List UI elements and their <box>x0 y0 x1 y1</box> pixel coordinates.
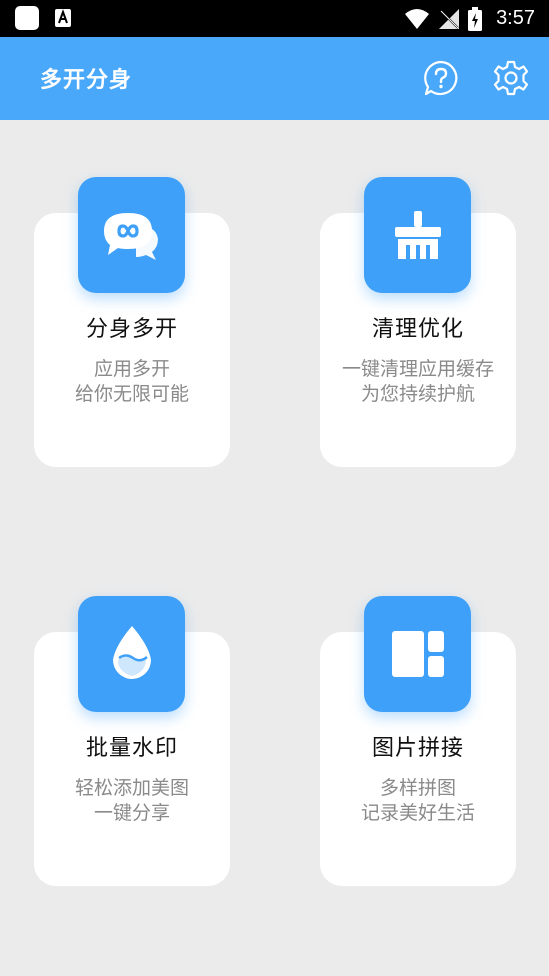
gear-icon[interactable] <box>492 59 530 97</box>
battery-charging-icon <box>468 6 483 31</box>
feature-desc: 应用多开 给你无限可能 <box>17 357 247 407</box>
feature-desc: 一键清理应用缓存 为您持续护航 <box>303 357 533 407</box>
water-drop-icon[interactable] <box>78 596 185 712</box>
feature-title: 清理优化 <box>371 317 464 342</box>
text-a-icon <box>55 9 71 27</box>
feature-desc-line: 给你无限可能 <box>74 383 189 405</box>
feature-desc-line: 记录美好生活 <box>360 802 475 824</box>
page-title: 多开分身 <box>40 68 133 93</box>
feature-desc-line: 多样拼图 <box>379 777 456 799</box>
feature-title: 图片拼接 <box>371 736 464 761</box>
broom-icon[interactable] <box>364 177 471 293</box>
chat-infinity-icon[interactable] <box>78 177 185 293</box>
app-square-icon <box>15 6 39 30</box>
grid-collage-icon[interactable] <box>364 596 471 712</box>
feature-desc-line: 一键分享 <box>93 802 170 824</box>
feature-desc-line: 应用多开 <box>93 358 170 380</box>
status-time: 3:57 <box>496 7 535 29</box>
no-signal-icon <box>439 8 460 29</box>
wifi-icon <box>405 8 430 29</box>
help-circle-icon[interactable] <box>422 59 460 97</box>
feature-title: 分身多开 <box>85 317 178 342</box>
feature-desc: 多样拼图 记录美好生活 <box>303 776 533 826</box>
status-bar: 3:57 <box>0 0 549 37</box>
feature-desc-line: 为您持续护航 <box>360 383 475 405</box>
feature-desc-line: 一键清理应用缓存 <box>341 358 494 380</box>
feature-desc: 轻松添加美图 一键分享 <box>17 776 247 826</box>
feature-title: 批量水印 <box>85 736 178 761</box>
app-bar: 多开分身 <box>0 37 549 120</box>
feature-desc-line: 轻松添加美图 <box>74 777 189 799</box>
